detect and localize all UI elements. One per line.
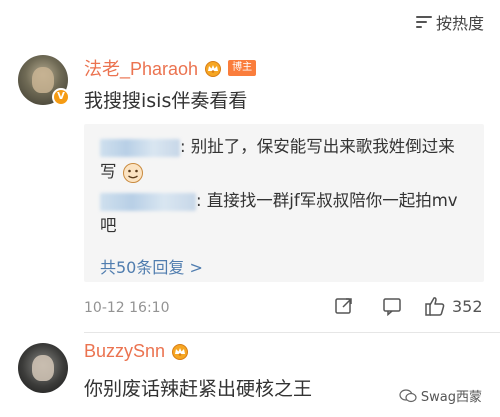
like-count: 352 <box>452 296 483 316</box>
avatar[interactable] <box>18 343 68 393</box>
watermark: Swag西蒙 <box>399 386 482 405</box>
share-button[interactable] <box>334 296 354 316</box>
grimace-emoji-icon <box>122 162 143 183</box>
wechat-logo-icon <box>399 388 417 402</box>
crown-icon <box>172 344 189 360</box>
username[interactable]: 法老_Pharaoh <box>84 55 198 81</box>
more-replies-link[interactable]: 共50条回复 > <box>100 254 203 278</box>
verified-badge-icon: V <box>52 88 70 106</box>
comment-text: 我搜搜isis伴奏看看 <box>84 90 248 112</box>
watermark-text: Swag西蒙 <box>420 390 482 405</box>
share-icon <box>335 298 352 314</box>
username[interactable]: BuzzySnn <box>84 341 165 362</box>
sort-lines-icon <box>415 15 432 29</box>
divider <box>84 332 500 333</box>
author-tag: 博主 <box>228 60 257 76</box>
comment-icon <box>383 298 401 316</box>
crown-icon <box>205 60 222 77</box>
avatar-face <box>32 355 54 381</box>
timestamp: 10-12 16:10 <box>84 300 170 316</box>
comment-meta: 10-12 16:10 352 <box>84 297 484 320</box>
comment-text: 你别废话辣赶紧出硬核之王 <box>84 378 313 400</box>
masked-username <box>100 138 180 157</box>
reply-box: : 别扯了，保安能写出来歌我姓倒过来写 : 直接找一群jf军叔叔陪你一起拍mv吧… <box>84 124 484 282</box>
reply-item: : 别扯了，保安能写出来歌我姓倒过来写 <box>100 134 470 184</box>
reply-item: : 直接找一群jf军叔叔陪你一起拍mv吧 <box>100 188 470 238</box>
sort-by-hot-button[interactable]: 按热度 <box>415 10 484 34</box>
comment-button[interactable] <box>382 296 402 316</box>
masked-username <box>100 192 196 211</box>
thumbs-up-icon <box>425 297 445 316</box>
sort-label: 按热度 <box>435 14 484 33</box>
avatar-face <box>32 67 54 93</box>
like-button[interactable]: 352 <box>424 296 483 316</box>
